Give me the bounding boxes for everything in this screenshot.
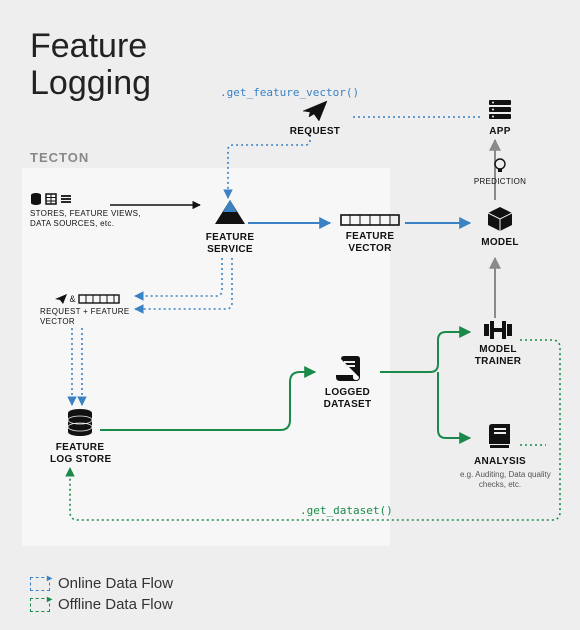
node-logged-dataset: LOGGED DATASET	[315, 355, 380, 411]
node-feature-log-store: FEATURE LOG STORE	[50, 408, 110, 466]
node-analysis: ANALYSIS e.g. Auditing, Data quality che…	[460, 422, 540, 489]
node-sources: STORES, FEATURE VIEWS, DATA SOURCES, etc…	[30, 192, 115, 228]
node-request: REQUEST	[280, 100, 350, 138]
paper-plane-icon	[280, 100, 350, 122]
node-prediction: PREDICTION	[470, 158, 530, 187]
node-feature-vector: FEATURE VECTOR	[335, 213, 405, 255]
legend-offline-box: ▸	[30, 598, 50, 612]
node-model: MODEL	[475, 205, 525, 249]
feature-vector-label: FEATURE VECTOR	[335, 231, 405, 255]
flstore-label: FEATURE LOG STORE	[50, 442, 110, 466]
database-icon	[50, 408, 110, 438]
legend-online: ▸ Online Data Flow	[30, 575, 173, 592]
annot-get-feature-vector: .get_feature_vector()	[220, 86, 359, 99]
app-label: APP	[475, 126, 525, 138]
node-feature-service: FEATURE SERVICE	[200, 198, 260, 256]
legend: ▸ Online Data Flow ▸ Offline Data Flow	[30, 575, 173, 617]
title-line1: Feature	[30, 27, 147, 65]
node-model-trainer: MODEL TRAINER	[468, 320, 528, 368]
title-line2: Logging	[30, 64, 151, 102]
sources-label: STORES, FEATURE VIEWS, DATA SOURCES, etc…	[30, 209, 115, 228]
node-app: APP	[475, 98, 525, 138]
book-icon	[460, 422, 540, 452]
legend-online-label: Online Data Flow	[58, 575, 173, 592]
prediction-label: PREDICTION	[470, 177, 530, 187]
analysis-label: ANALYSIS	[460, 456, 540, 468]
cube-icon	[475, 205, 525, 233]
vector-cells-icon	[335, 213, 405, 227]
bulb-icon	[470, 158, 530, 174]
feature-service-label: FEATURE SERVICE	[200, 232, 260, 256]
logged-dataset-label: LOGGED DATASET	[315, 387, 380, 411]
legend-offline-label: Offline Data Flow	[58, 596, 173, 613]
legend-offline: ▸ Offline Data Flow	[30, 596, 173, 613]
analysis-sub: e.g. Auditing, Data quality checks, etc.	[460, 470, 540, 489]
dumbbell-icon	[468, 320, 528, 340]
model-trainer-label: MODEL TRAINER	[468, 344, 528, 368]
plane-vector-icon: &	[40, 294, 135, 304]
tecton-label: TECTON	[30, 150, 89, 165]
node-req-fv: & REQUEST + FEATURE VECTOR	[40, 294, 135, 326]
model-label: MODEL	[475, 237, 525, 249]
triangle-icon	[200, 198, 260, 228]
legend-online-box: ▸	[30, 577, 50, 591]
server-icon	[475, 98, 525, 122]
req-fv-label: REQUEST + FEATURE VECTOR	[40, 307, 135, 326]
page-title: Feature Logging	[30, 28, 151, 103]
scroll-icon	[315, 355, 380, 383]
db-table-list-icon	[30, 192, 115, 206]
annot-get-dataset: .get_dataset()	[300, 504, 393, 517]
request-label: REQUEST	[280, 126, 350, 138]
